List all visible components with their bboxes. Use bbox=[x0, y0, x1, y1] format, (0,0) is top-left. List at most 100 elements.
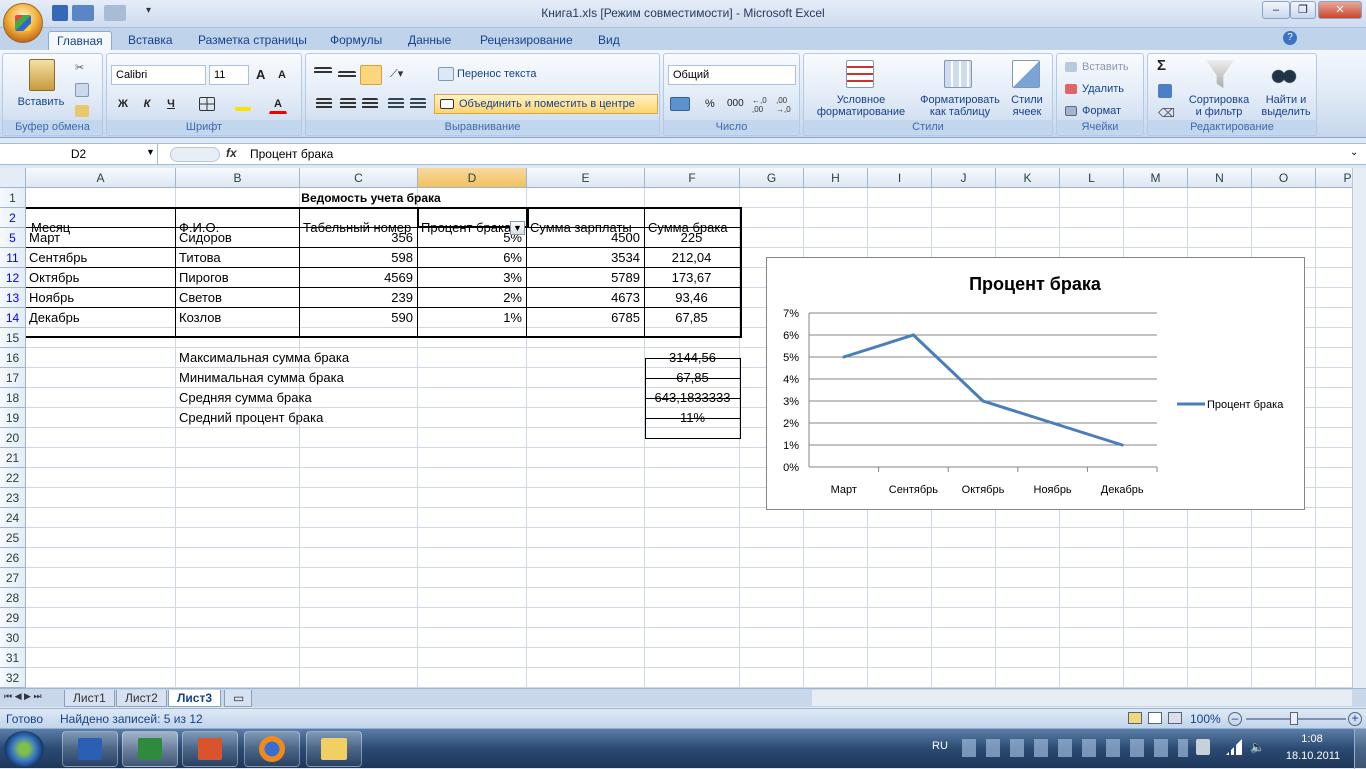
stat-label[interactable]: Средний процент брака bbox=[176, 408, 576, 428]
data-cell[interactable]: Пирогов bbox=[176, 268, 298, 288]
taskbar-powerpoint-icon[interactable] bbox=[182, 731, 238, 767]
page-layout-view-icon[interactable] bbox=[1148, 712, 1162, 724]
data-cell[interactable]: Ноябрь bbox=[26, 288, 174, 308]
zoom-out-icon[interactable]: – bbox=[1228, 712, 1242, 726]
horizontal-scrollbar[interactable] bbox=[812, 690, 1352, 706]
decrease-decimal-icon[interactable]: ,00 →,0 bbox=[776, 96, 796, 114]
data-cell[interactable]: 598 bbox=[300, 248, 416, 268]
row-header-25[interactable]: 25 bbox=[0, 528, 26, 548]
row-header-15[interactable]: 15 bbox=[0, 328, 26, 348]
row-header-11[interactable]: 11 bbox=[0, 248, 26, 268]
align-center-icon[interactable] bbox=[340, 98, 356, 110]
paste-button[interactable]: Вставить bbox=[11, 96, 71, 108]
data-cell[interactable]: Козлов bbox=[176, 308, 298, 328]
filter-dropdown-icon[interactable]: ▼ bbox=[510, 221, 525, 235]
row-header-24[interactable]: 24 bbox=[0, 508, 26, 528]
data-cell[interactable]: 2% bbox=[418, 288, 525, 308]
data-cell[interactable]: 4569 bbox=[300, 268, 416, 288]
formula-content[interactable]: Процент брака bbox=[250, 147, 333, 161]
signal-icon[interactable] bbox=[1226, 739, 1242, 755]
restore-button[interactable]: ❐ bbox=[1290, 1, 1316, 19]
cut-icon[interactable]: ✂ bbox=[75, 61, 89, 74]
office-button[interactable] bbox=[3, 3, 43, 43]
sheet-tab-3[interactable]: Лист3 bbox=[168, 690, 222, 707]
data-cell[interactable]: Сидоров bbox=[176, 228, 298, 248]
column-header-p[interactable]: P bbox=[1316, 168, 1352, 188]
data-cell[interactable]: Сентябрь bbox=[26, 248, 174, 268]
borders-icon[interactable] bbox=[199, 97, 215, 111]
name-box[interactable]: D2 bbox=[0, 144, 158, 164]
currency-icon[interactable] bbox=[670, 97, 690, 111]
insert-sheet-icon[interactable]: ▭ bbox=[224, 690, 252, 707]
tab-review[interactable]: Рецензирование bbox=[472, 31, 581, 50]
format-painter-icon[interactable] bbox=[75, 105, 89, 117]
number-format-combo[interactable]: Общий bbox=[668, 65, 796, 85]
insert-function-button[interactable]: fx bbox=[226, 146, 237, 160]
taskbar-explorer-icon[interactable] bbox=[306, 731, 362, 767]
column-header-f[interactable]: F bbox=[645, 168, 740, 188]
data-cell[interactable]: 5% bbox=[418, 228, 525, 248]
select-all-corner[interactable] bbox=[0, 168, 26, 188]
tab-data[interactable]: Данные bbox=[400, 31, 459, 50]
format-as-table-button[interactable]: Форматировать как таблицу bbox=[912, 94, 1008, 118]
clock-time[interactable]: 1:08 bbox=[1282, 733, 1342, 745]
tab-home[interactable]: Главная bbox=[48, 31, 112, 50]
data-cell[interactable]: Октябрь bbox=[26, 268, 174, 288]
worksheet-grid[interactable]: ABCDEFGHIJKLMNOP 1 2 5 11 12 13 14 15 16 17 18 19 20… bbox=[0, 168, 1352, 688]
font-size-combo[interactable]: 11 bbox=[209, 65, 249, 85]
font-color-button[interactable]: A bbox=[269, 94, 287, 114]
stat-label[interactable]: Максимальная сумма брака bbox=[176, 348, 576, 368]
tray-device-icon[interactable] bbox=[1196, 739, 1210, 755]
data-cell[interactable]: 67,85 bbox=[645, 308, 738, 328]
tab-insert[interactable]: Вставка bbox=[120, 31, 181, 50]
column-header-d[interactable]: D bbox=[418, 168, 527, 188]
data-cell[interactable]: 590 bbox=[300, 308, 416, 328]
row-header-18[interactable]: 18 bbox=[0, 388, 26, 408]
taskbar-firefox-icon[interactable] bbox=[244, 731, 300, 767]
row-header-30[interactable]: 30 bbox=[0, 628, 26, 648]
conditional-format-button[interactable]: Условное форматирование bbox=[806, 94, 916, 118]
column-header-i[interactable]: I bbox=[868, 168, 932, 188]
column-header-a[interactable]: A bbox=[26, 168, 176, 188]
column-header-m[interactable]: M bbox=[1124, 168, 1188, 188]
underline-button[interactable]: Ч bbox=[161, 94, 181, 114]
column-header-n[interactable]: N bbox=[1188, 168, 1252, 188]
sheet-tab-2[interactable]: Лист2 bbox=[116, 690, 167, 707]
merge-center-button[interactable]: Объединить и поместить в центре bbox=[434, 94, 658, 114]
sheet-tab-1[interactable]: Лист1 bbox=[64, 690, 115, 707]
data-cell[interactable]: 93,46 bbox=[645, 288, 738, 308]
row-header-29[interactable]: 29 bbox=[0, 608, 26, 628]
data-cell[interactable]: 3% bbox=[418, 268, 525, 288]
data-cell[interactable]: 4500 bbox=[527, 228, 643, 248]
data-cell[interactable]: 356 bbox=[300, 228, 416, 248]
sheet-nav-icons[interactable]: ⏮ ◀ ▶ ⏭ bbox=[4, 691, 42, 702]
italic-button[interactable]: К bbox=[137, 94, 157, 114]
column-header-c[interactable]: C bbox=[300, 168, 418, 188]
name-box-dropdown-icon[interactable]: ▼ bbox=[146, 147, 155, 157]
align-top-icon[interactable] bbox=[314, 67, 332, 74]
data-cell[interactable]: Светов bbox=[176, 288, 298, 308]
increase-indent-icon[interactable] bbox=[410, 98, 426, 110]
tab-formulas[interactable]: Формулы bbox=[322, 31, 390, 50]
expand-formula-bar-icon[interactable]: ⌄ bbox=[1350, 147, 1358, 158]
percent-button[interactable]: % bbox=[704, 94, 720, 114]
data-cell[interactable]: 4673 bbox=[527, 288, 643, 308]
row-header-23[interactable]: 23 bbox=[0, 488, 26, 508]
zoom-slider-thumb[interactable] bbox=[1290, 712, 1298, 725]
grow-font-button[interactable]: A bbox=[255, 65, 275, 85]
taskbar-excel-icon[interactable] bbox=[122, 731, 178, 767]
row-header-28[interactable]: 28 bbox=[0, 588, 26, 608]
row-header-16[interactable]: 16 bbox=[0, 348, 26, 368]
row-header-13[interactable]: 13 bbox=[0, 288, 26, 308]
sheet-title[interactable]: Ведомость учета брака bbox=[176, 188, 566, 208]
row-header-32[interactable]: 32 bbox=[0, 668, 26, 688]
data-cell[interactable]: 5789 bbox=[527, 268, 643, 288]
volume-icon[interactable]: 🔈 bbox=[1250, 740, 1265, 754]
copy-icon[interactable] bbox=[75, 83, 89, 97]
bold-button[interactable]: Ж bbox=[113, 94, 133, 114]
data-cell[interactable]: 212,04 bbox=[645, 248, 738, 268]
row-header-26[interactable]: 26 bbox=[0, 548, 26, 568]
clear-icon[interactable]: ⌫ bbox=[1158, 106, 1175, 120]
close-button[interactable]: ✕ bbox=[1318, 1, 1362, 19]
row-header-27[interactable]: 27 bbox=[0, 568, 26, 588]
